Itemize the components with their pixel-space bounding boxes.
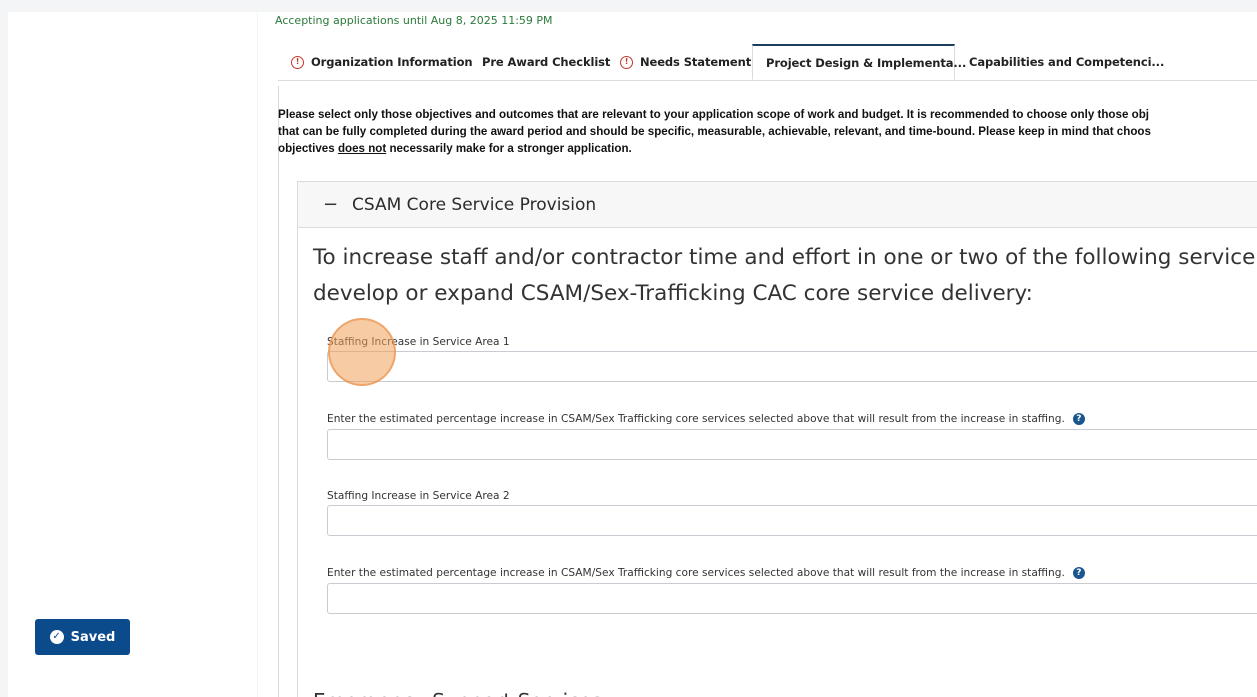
saved-label: Saved (70, 629, 116, 645)
percentage-increase-2-input[interactable] (327, 583, 1257, 614)
tab-divider (278, 80, 1257, 81)
tab-pre-award-checklist[interactable]: Pre Award Checklist (482, 44, 610, 80)
instructions-emphasis: does not (337, 142, 387, 155)
tab-organization-information[interactable]: ! Organization Information (291, 44, 473, 80)
field-label-text: Staffing Increase in Service Area 1 (327, 336, 510, 348)
section-title: CSAM Core Service Provision (352, 194, 597, 215)
question-line-1: To increase staff and/or contractor time… (313, 245, 1257, 270)
tab-label: Project Design & Implementa... (766, 55, 967, 70)
field-label-text: Staffing Increase in Service Area 2 (327, 490, 510, 502)
instructions: Please select only those objectives and … (278, 106, 1257, 157)
instructions-line-1: Please select only those objectives and … (278, 108, 1150, 121)
collapse-icon[interactable]: − (323, 194, 338, 215)
left-sidebar (8, 12, 257, 697)
tab-label: Organization Information (311, 55, 473, 69)
instructions-line-2: that can be fully completed during the a… (278, 125, 1151, 138)
help-icon[interactable]: ? (1072, 413, 1085, 425)
next-section-title: Emergency Support Services (313, 689, 602, 697)
application-main-panel: Accepting applications until Aug 8, 2025… (258, 12, 1257, 697)
section-question: To increase staff and/or contractor time… (313, 240, 1257, 312)
deadline-notice: Accepting applications until Aug 8, 2025… (275, 14, 553, 27)
tab-label: Pre Award Checklist (482, 55, 611, 69)
percentage-increase-1-input[interactable] (327, 429, 1257, 460)
question-line-2: develop or expand CSAM/Sex-Trafficking C… (313, 281, 1033, 306)
tab-label: Capabilities and Competenci... (969, 55, 1165, 69)
field-label-percentage-2: Enter the estimated percentage increase … (327, 567, 1085, 579)
tab-capabilities-competencies[interactable]: Capabilities and Competenci... (969, 44, 1164, 80)
warning-icon: ! (620, 55, 633, 69)
top-strip (0, 0, 1257, 12)
service-area-1-select[interactable] (327, 351, 1257, 382)
check-circle-icon: ✓ (49, 630, 64, 644)
instructions-text: necessarily make for a stronger applicat… (386, 142, 632, 155)
tab-needs-statement[interactable]: ! Needs Statement (620, 44, 751, 80)
field-label-text: Enter the estimated percentage increase … (327, 567, 1065, 579)
instructions-text: objectives (278, 142, 338, 155)
service-area-2-select[interactable] (327, 505, 1257, 536)
help-icon[interactable]: ? (1072, 567, 1085, 579)
field-label-service-area-1: Staffing Increase in Service Area 1 (327, 336, 510, 348)
field-label-text: Enter the estimated percentage increase … (327, 413, 1065, 425)
tab-label: Needs Statement (640, 55, 752, 69)
field-label-service-area-2: Staffing Increase in Service Area 2 (327, 490, 510, 502)
saved-status-button[interactable]: ✓ Saved (35, 619, 130, 655)
section-header[interactable]: − CSAM Core Service Provision (298, 182, 1257, 228)
warning-icon: ! (291, 55, 304, 69)
field-label-percentage-1: Enter the estimated percentage increase … (327, 413, 1085, 425)
instructions-line-3: objectives does not necessarily make for… (278, 140, 1257, 157)
tab-project-design[interactable]: Project Design & Implementa... (752, 44, 966, 80)
